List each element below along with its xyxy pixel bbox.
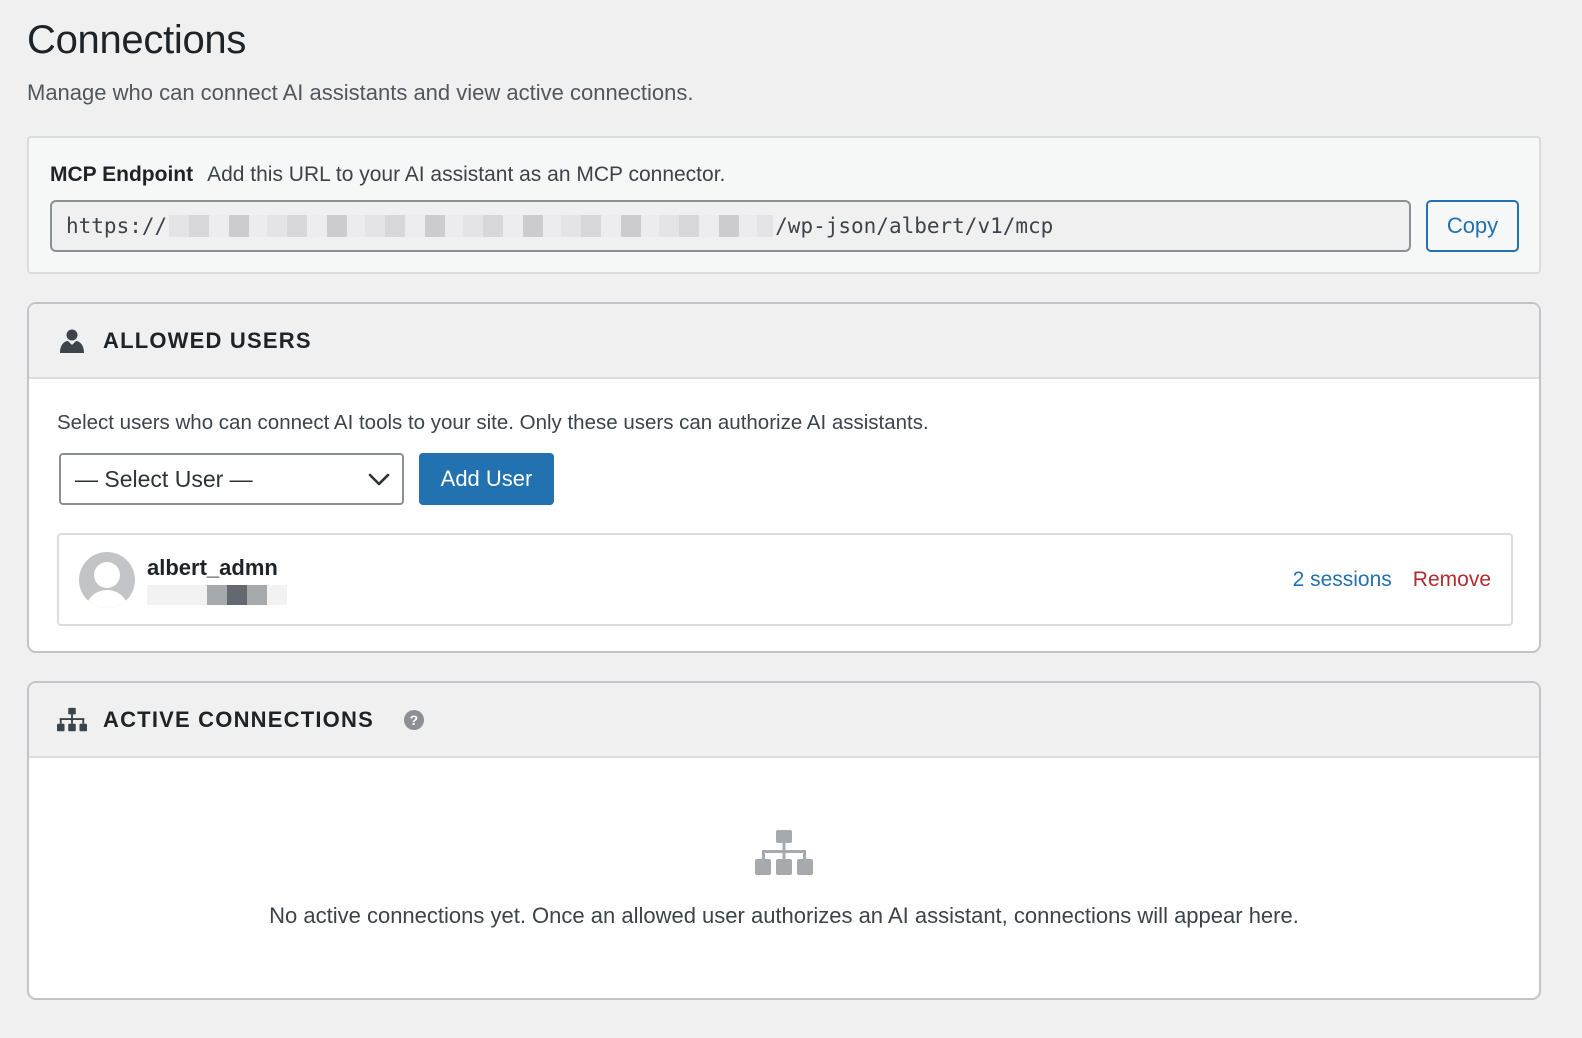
endpoint-url-suffix: /wp-json/albert/v1/mcp: [775, 214, 1054, 238]
user-icon: [57, 326, 87, 356]
user-info: albert_admn: [147, 555, 287, 605]
add-user-row: — Select User — Add User: [57, 453, 1511, 505]
endpoint-url-field[interactable]: https:// /wp-json/albert/v1/mcp: [50, 200, 1411, 252]
empty-sitemap-icon: [755, 830, 813, 881]
sitemap-icon: [57, 705, 87, 735]
allowed-users-header: ALLOWED USERS: [29, 304, 1539, 379]
endpoint-row: https:// /wp-json/albert/v1/mcp Copy: [50, 200, 1519, 252]
active-connections-title: ACTIVE CONNECTIONS: [103, 706, 374, 732]
copy-button[interactable]: Copy: [1426, 200, 1519, 252]
active-connections-header: ACTIVE CONNECTIONS ?: [29, 683, 1539, 758]
active-connections-panel: ACTIVE CONNECTIONS ? No active connectio…: [27, 681, 1541, 1000]
avatar: [79, 551, 135, 608]
avatar-body-shape: [85, 589, 129, 608]
user-name: albert_admn: [147, 554, 278, 580]
allowed-users-panel: ALLOWED USERS Select users who can conne…: [27, 302, 1541, 653]
endpoint-hint: Add this URL to your AI assistant as an …: [207, 163, 726, 186]
redacted-user-email: [147, 584, 287, 605]
page-title: Connections: [27, 18, 247, 62]
add-user-button[interactable]: Add User: [419, 453, 554, 505]
page-description: Manage who can connect AI assistants and…: [27, 80, 694, 105]
mcp-endpoint-card: MCP Endpoint Add this URL to your AI ass…: [27, 136, 1541, 274]
allowed-users-body: Select users who can connect AI tools to…: [29, 379, 1539, 626]
empty-connections-message: No active connections yet. Once an allow…: [269, 903, 1299, 928]
allowed-users-description: Select users who can connect AI tools to…: [57, 411, 929, 434]
connections-page: Connections Manage who can connect AI as…: [0, 0, 1582, 1000]
user-actions: 2 sessions Remove: [1293, 568, 1491, 592]
user-list-item: albert_admn 2 sessions Remove: [57, 533, 1513, 626]
user-select[interactable]: — Select User —: [59, 453, 404, 505]
endpoint-label-row: MCP Endpoint Add this URL to your AI ass…: [50, 160, 1519, 190]
user-select-value: — Select User —: [75, 465, 253, 492]
avatar-head-shape: [94, 561, 120, 588]
endpoint-url-prefix: https://: [66, 214, 168, 238]
active-connections-body: No active connections yet. Once an allow…: [29, 758, 1539, 998]
remove-user-link[interactable]: Remove: [1413, 568, 1491, 592]
endpoint-label: MCP Endpoint: [50, 163, 194, 186]
chevron-down-icon: [368, 466, 390, 493]
sessions-link[interactable]: 2 sessions: [1293, 568, 1392, 592]
allowed-users-title: ALLOWED USERS: [103, 327, 312, 353]
redacted-domain: [169, 215, 774, 237]
help-icon[interactable]: ?: [403, 709, 424, 730]
